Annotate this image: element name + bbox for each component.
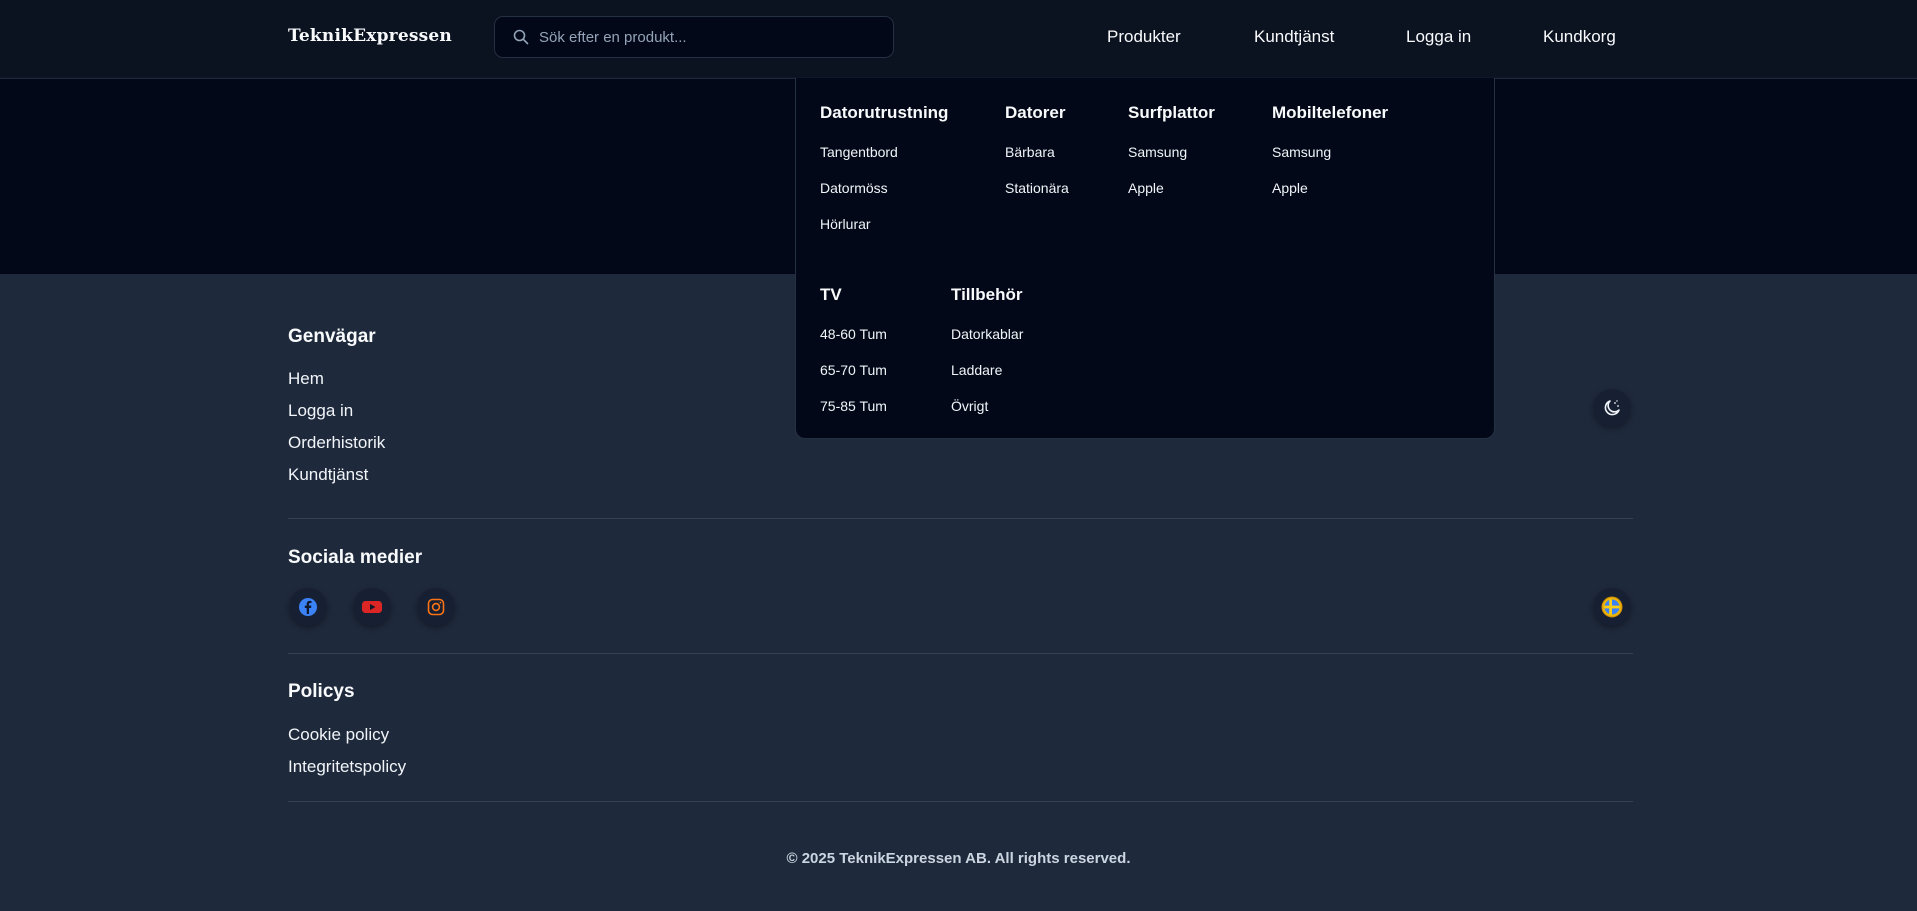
theme-toggle-button[interactable] (1593, 389, 1631, 427)
menu-category-tv[interactable]: TV (820, 285, 842, 305)
youtube-icon (362, 601, 382, 613)
menu-item-mobiltelefoner-apple[interactable]: Apple (1272, 180, 1308, 196)
search-icon (513, 29, 529, 45)
menu-item-surfplattor-apple[interactable]: Apple (1128, 180, 1164, 196)
footer-divider (288, 801, 1633, 802)
menu-item-barbara[interactable]: Bärbara (1005, 144, 1055, 160)
menu-item-stationara[interactable]: Stationära (1005, 180, 1069, 196)
footer-link-cookie-policy[interactable]: Cookie policy (288, 725, 389, 745)
search-input[interactable] (539, 28, 859, 46)
facebook-button[interactable] (289, 588, 327, 626)
menu-item-horlurar[interactable]: Hörlurar (820, 216, 871, 232)
menu-item-datormoss[interactable]: Datormöss (820, 180, 888, 196)
menu-item-laddare[interactable]: Laddare (951, 362, 1002, 378)
search-bar[interactable] (494, 16, 894, 58)
site-header: TeknikExpressen Produkter Kundtjänst Log… (0, 0, 1917, 78)
swedish-flag-icon (1601, 596, 1623, 618)
footer-divider (288, 518, 1633, 519)
facebook-icon (299, 598, 317, 616)
youtube-button[interactable] (353, 588, 391, 626)
menu-item-surfplattor-samsung[interactable]: Samsung (1128, 144, 1187, 160)
footer-link-orderhistorik[interactable]: Orderhistorik (288, 433, 385, 453)
nav-kundkorg[interactable]: Kundkorg (1543, 27, 1616, 47)
footer-link-logga-in[interactable]: Logga in (288, 401, 353, 421)
moon-stars-icon (1604, 400, 1620, 416)
menu-category-datorer[interactable]: Datorer (1005, 103, 1065, 123)
social-heading: Sociala medier (288, 547, 423, 568)
footer-divider (288, 653, 1633, 654)
products-mega-menu: Datorutrustning Tangentbord Datormöss Hö… (795, 78, 1495, 439)
menu-category-surfplattor[interactable]: Surfplattor (1128, 103, 1215, 123)
menu-item-65-70-tum[interactable]: 65-70 Tum (820, 362, 887, 378)
nav-kundtjanst[interactable]: Kundtjänst (1254, 27, 1334, 47)
copyright-text: © 2025 TeknikExpressen AB. All rights re… (786, 850, 1131, 867)
menu-item-75-85-tum[interactable]: 75-85 Tum (820, 398, 887, 414)
instagram-icon (427, 598, 445, 616)
nav-produkter[interactable]: Produkter (1107, 27, 1181, 47)
menu-category-datorutrustning[interactable]: Datorutrustning (820, 103, 948, 123)
menu-item-mobiltelefoner-samsung[interactable]: Samsung (1272, 144, 1331, 160)
language-button[interactable] (1593, 588, 1631, 626)
logo[interactable]: TeknikExpressen (288, 26, 452, 46)
shortcuts-heading: Genvägar (288, 326, 376, 347)
nav-logga-in[interactable]: Logga in (1406, 27, 1471, 47)
instagram-button[interactable] (417, 588, 455, 626)
footer-link-kundtjanst[interactable]: Kundtjänst (288, 465, 368, 485)
footer-link-integritetspolicy[interactable]: Integritetspolicy (288, 757, 406, 777)
policies-heading: Policys (288, 681, 355, 702)
menu-item-48-60-tum[interactable]: 48-60 Tum (820, 326, 887, 342)
menu-item-ovrigt[interactable]: Övrigt (951, 398, 988, 414)
footer-link-hem[interactable]: Hem (288, 369, 324, 389)
menu-item-datorkablar[interactable]: Datorkablar (951, 326, 1023, 342)
menu-category-tillbehor[interactable]: Tillbehör (951, 285, 1022, 305)
menu-category-mobiltelefoner[interactable]: Mobiltelefoner (1272, 103, 1388, 123)
menu-item-tangentbord[interactable]: Tangentbord (820, 144, 898, 160)
